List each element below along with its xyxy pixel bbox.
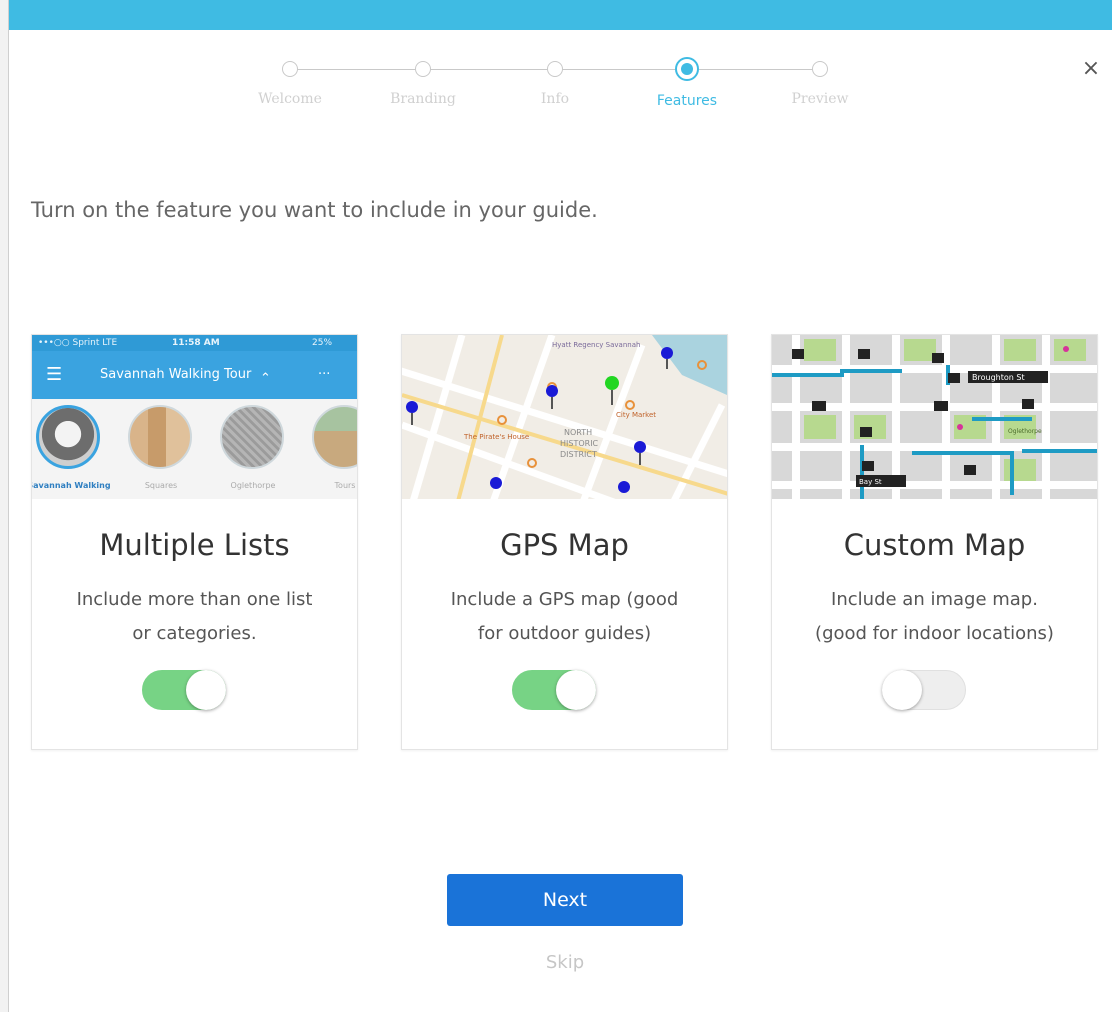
step-features[interactable]: Features: [627, 55, 747, 109]
step-label: Branding: [390, 91, 456, 107]
menu-icon: ☰: [46, 364, 63, 385]
card-description: Include a GPS map (good for outdoor guid…: [422, 583, 707, 651]
step-welcome[interactable]: Welcome: [230, 55, 350, 107]
step-dot: [415, 61, 431, 77]
step-dot: [812, 61, 828, 77]
card-description-line: or categories.: [132, 623, 257, 644]
top-accent-bar: [0, 0, 1112, 30]
feature-card-custom-map: Broughton St Bay St Oglethorpe Custom Ma…: [771, 334, 1098, 750]
phone-app-title: Savannah Walking Tour: [100, 367, 252, 382]
page-heading: Turn on the feature you want to include …: [31, 198, 598, 222]
status-battery: 25%: [312, 338, 333, 348]
step-label: Info: [540, 91, 570, 107]
gps-map-illustration: Hyatt Regency Savannah NORTH HISTORIC DI…: [402, 335, 727, 499]
map-label: The Pirate's House: [463, 433, 529, 441]
list-thumb-label: Tours: [334, 481, 356, 490]
card-title: Multiple Lists: [99, 528, 290, 562]
wizard-stepper: Welcome Branding Info Features Preview: [230, 55, 880, 125]
multiple-lists-toggle[interactable]: [142, 670, 226, 710]
card-title: Custom Map: [843, 528, 1026, 562]
card-description-line: for outdoor guides): [477, 623, 652, 644]
phone-app-bar: ☰ Savannah Walking Tour ⌃ ···: [32, 351, 357, 399]
chevron-up-icon: ⌃: [260, 371, 271, 386]
map-label: HISTORIC: [560, 439, 599, 448]
card-description-line: (good for indoor locations): [815, 623, 1054, 644]
step-branding[interactable]: Branding: [363, 55, 483, 107]
card-description: Include more than one list or categories…: [52, 583, 337, 651]
list-thumb: [128, 405, 192, 469]
next-button[interactable]: Next: [447, 874, 683, 926]
step-dot: [547, 61, 563, 77]
list-thumb-label: Squares: [144, 481, 178, 490]
card-description-line: Include more than one list: [76, 589, 313, 610]
card-title: GPS Map: [500, 528, 629, 562]
step-dot: [282, 61, 298, 77]
step-label: Preview: [791, 91, 849, 107]
feature-card-multiple-lists: •••○○ Sprint LTE 11:58 AM 25% ☰ Savannah…: [31, 334, 358, 750]
card-description: Include an image map. (good for indoor l…: [792, 583, 1077, 651]
skip-link[interactable]: Skip: [515, 952, 615, 973]
card-description-line: Include an image map.: [831, 589, 1038, 610]
map-label: Oglethorpe: [1008, 428, 1042, 435]
multiple-lists-preview-image: •••○○ Sprint LTE 11:58 AM 25% ☰ Savannah…: [32, 335, 357, 499]
toggle-knob: [556, 670, 596, 710]
map-label: Bay St: [859, 478, 882, 486]
toggle-knob: [186, 670, 226, 710]
list-thumb: [312, 405, 357, 469]
gps-map-toggle[interactable]: [512, 670, 596, 710]
feature-card-gps-map: Hyatt Regency Savannah NORTH HISTORIC DI…: [401, 334, 728, 750]
more-icon: ···: [318, 367, 331, 382]
list-thumb: [220, 405, 284, 469]
step-info[interactable]: Info: [495, 55, 615, 107]
map-label: DISTRICT: [560, 450, 597, 459]
status-time: 11:58 AM: [172, 338, 220, 348]
toggle-knob: [882, 670, 922, 710]
gps-map-preview-image: Hyatt Regency Savannah NORTH HISTORIC DI…: [402, 335, 727, 499]
phone-list-carousel: Savannah Walking Squares Oglethorpe Tour…: [32, 399, 357, 499]
custom-map-illustration: Broughton St Bay St Oglethorpe: [772, 335, 1097, 499]
map-label: NORTH: [564, 428, 592, 437]
list-thumb: [36, 405, 100, 469]
step-dot-active: [675, 57, 699, 81]
map-label: Hyatt Regency Savannah: [552, 341, 640, 349]
step-label: Welcome: [258, 91, 322, 107]
window-left-edge: [0, 0, 9, 1012]
custom-map-preview-image: Broughton St Bay St Oglethorpe: [772, 335, 1097, 499]
step-preview[interactable]: Preview: [760, 55, 880, 107]
card-description-line: Include a GPS map (good: [450, 589, 679, 610]
list-thumb-label: Oglethorpe: [230, 481, 276, 490]
map-label: Broughton St: [972, 373, 1025, 382]
setup-wizard-window: × Welcome Branding Info Features Preview…: [0, 0, 1112, 1012]
map-label: City Market: [616, 411, 656, 419]
phone-status-bar: •••○○ Sprint LTE 11:58 AM 25%: [32, 335, 357, 351]
status-carrier: •••○○ Sprint LTE: [38, 338, 118, 348]
step-label: Features: [656, 93, 718, 109]
custom-map-toggle[interactable]: [882, 670, 966, 710]
list-thumb-label: Savannah Walking: [32, 481, 111, 490]
close-icon[interactable]: ×: [1078, 56, 1104, 82]
